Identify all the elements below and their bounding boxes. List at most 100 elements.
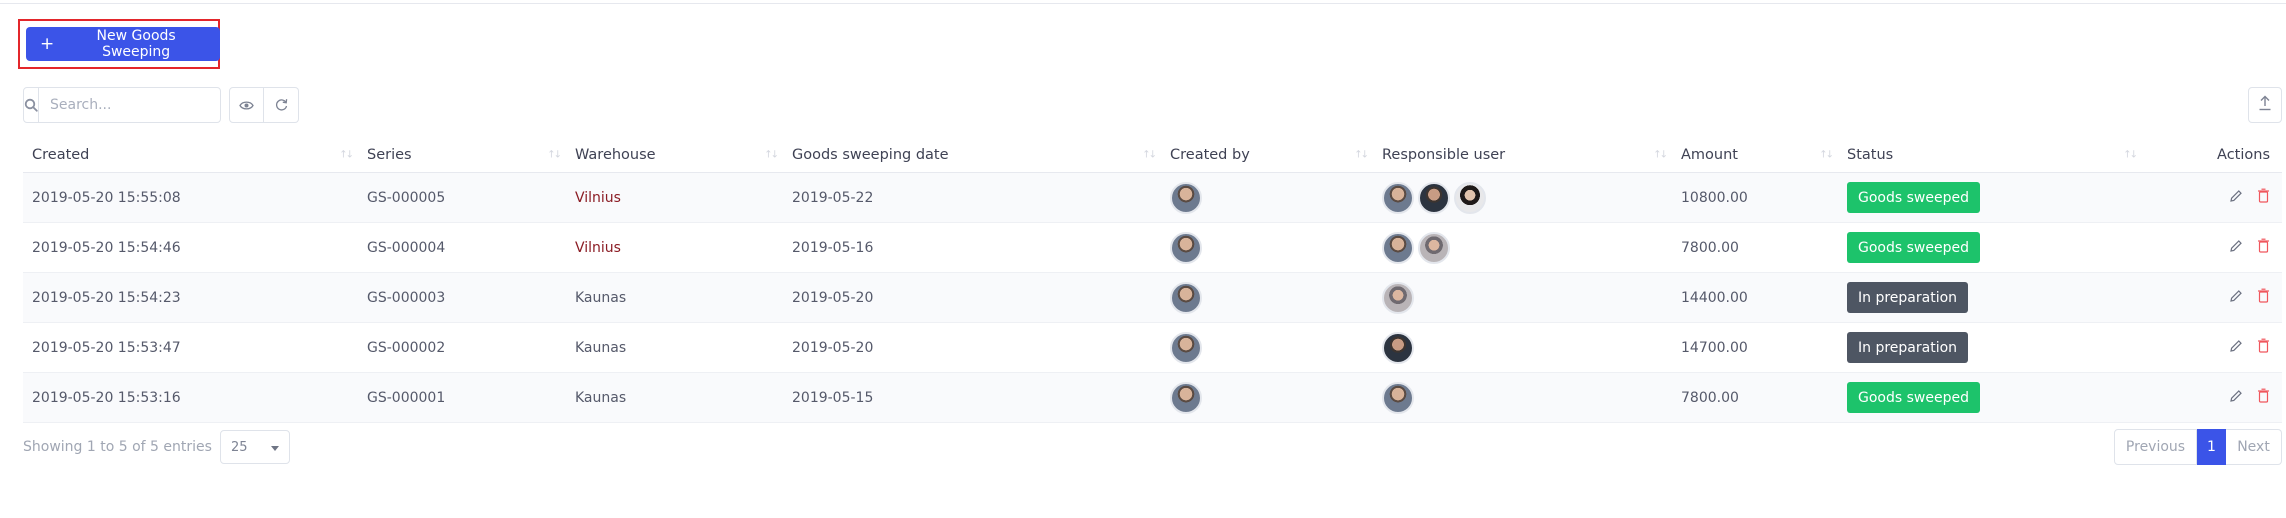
avatar <box>1382 181 1414 214</box>
pencil-icon[interactable] <box>2229 389 2243 407</box>
series-cell: GS-000002 <box>367 339 446 356</box>
new-goods-sweeping-button[interactable]: + New Goods Sweeping <box>26 27 220 61</box>
status-badge: In preparation <box>1847 332 1969 363</box>
column-header-responsible-user[interactable]: Responsible user ↑↓ <box>1373 138 1672 172</box>
column-header-date[interactable]: Goods sweeping date ↑↓ <box>783 138 1161 172</box>
status-badge: Goods sweeped <box>1847 232 1980 263</box>
sort-icon: ↑↓ <box>1354 149 1369 161</box>
column-header-created-by[interactable]: Created by ↑↓ <box>1161 138 1373 172</box>
avatar <box>1170 381 1202 414</box>
warehouse-cell: Kaunas <box>575 289 627 306</box>
date-cell: 2019-05-15 <box>792 389 874 406</box>
created-cell: 2019-05-20 15:55:08 <box>32 189 181 206</box>
search-icon[interactable] <box>24 88 39 122</box>
avatar <box>1382 381 1414 414</box>
status-badge: Goods sweeped <box>1847 382 1980 413</box>
date-cell: 2019-05-16 <box>792 239 874 256</box>
sort-icon: ↑↓ <box>2123 149 2138 161</box>
created-cell: 2019-05-20 15:53:16 <box>32 389 181 406</box>
eye-icon <box>239 96 254 115</box>
warehouse-cell: Kaunas <box>575 389 627 406</box>
pencil-icon[interactable] <box>2229 289 2243 307</box>
highlight-frame: + New Goods Sweeping <box>18 19 220 69</box>
date-cell: 2019-05-20 <box>792 289 874 306</box>
created-by-cell <box>1161 323 1373 372</box>
responsible-user-cell <box>1373 273 1672 322</box>
table-row[interactable]: 2019-05-20 15:53:47 GS-000002 Kaunas 201… <box>23 323 2282 373</box>
table-header: Created ↑↓ Series ↑↓ Warehouse ↑↓ Goods swe… <box>23 138 2282 173</box>
amount-cell: 7800.00 <box>1681 389 1739 406</box>
column-header-amount[interactable]: Amount ↑↓ <box>1672 138 1838 172</box>
responsible-user-cell <box>1373 223 1672 272</box>
previous-page-button[interactable]: Previous <box>2114 429 2197 465</box>
next-page-button[interactable]: Next <box>2226 429 2282 465</box>
status-badge: In preparation <box>1847 282 1969 313</box>
avatar <box>1170 231 1202 264</box>
refresh-button[interactable] <box>264 87 299 123</box>
sort-icon: ↑↓ <box>1142 149 1157 161</box>
series-cell: GS-000001 <box>367 389 446 406</box>
avatar <box>1382 281 1414 314</box>
avatar <box>1454 181 1486 214</box>
column-header-series[interactable]: Series ↑↓ <box>358 138 566 172</box>
series-cell: GS-000003 <box>367 289 446 306</box>
trash-icon[interactable] <box>2257 188 2270 207</box>
actions-cell <box>2142 273 2282 322</box>
amount-cell: 14400.00 <box>1681 289 1748 306</box>
actions-cell <box>2142 223 2282 272</box>
actions-cell <box>2142 323 2282 372</box>
sort-icon: ↑↓ <box>1653 149 1668 161</box>
trash-icon[interactable] <box>2257 238 2270 257</box>
page-1-button[interactable]: 1 <box>2197 429 2226 465</box>
created-cell: 2019-05-20 15:54:46 <box>32 239 181 256</box>
avatar <box>1382 231 1414 264</box>
series-cell: GS-000004 <box>367 239 446 256</box>
series-cell: GS-000005 <box>367 189 446 206</box>
plus-icon: + <box>40 33 55 54</box>
table-row[interactable]: 2019-05-20 15:54:46 GS-000004 Vilnius 20… <box>23 223 2282 273</box>
column-header-created[interactable]: Created ↑↓ <box>23 138 358 172</box>
table-row[interactable]: 2019-05-20 15:53:16 GS-000001 Kaunas 201… <box>23 373 2282 423</box>
actions-cell <box>2142 173 2282 222</box>
table-row[interactable]: 2019-05-20 15:54:23 GS-000003 Kaunas 201… <box>23 273 2282 323</box>
amount-cell: 10800.00 <box>1681 189 1748 206</box>
avatar <box>1418 181 1450 214</box>
table-footer: Showing 1 to 5 of 5 entries 25 <box>23 429 290 465</box>
pencil-icon[interactable] <box>2229 339 2243 357</box>
amount-cell: 14700.00 <box>1681 339 1748 356</box>
responsible-user-cell <box>1373 373 1672 422</box>
pencil-icon[interactable] <box>2229 189 2243 207</box>
created-by-cell <box>1161 223 1373 272</box>
column-header-status[interactable]: Status ↑↓ <box>1838 138 2142 172</box>
toggle-columns-button[interactable] <box>229 87 264 123</box>
sort-icon: ↑↓ <box>339 149 354 161</box>
sort-icon: ↑↓ <box>764 149 779 161</box>
amount-cell: 7800.00 <box>1681 239 1739 256</box>
trash-icon[interactable] <box>2257 388 2270 407</box>
avatar <box>1170 331 1202 364</box>
export-button[interactable] <box>2248 87 2282 123</box>
warehouse-cell: Vilnius <box>575 239 621 256</box>
column-header-warehouse[interactable]: Warehouse ↑↓ <box>566 138 783 172</box>
responsible-user-cell <box>1373 173 1672 222</box>
warehouse-cell: Kaunas <box>575 339 627 356</box>
table-row[interactable]: 2019-05-20 15:55:08 GS-000005 Vilnius 20… <box>23 173 2282 223</box>
status-cell: Goods sweeped <box>1838 223 2142 272</box>
created-cell: 2019-05-20 15:54:23 <box>32 289 181 306</box>
search-box <box>23 87 226 123</box>
new-goods-sweeping-label: New Goods Sweeping <box>96 28 176 60</box>
responsible-user-cell <box>1373 323 1672 372</box>
refresh-icon <box>275 96 288 115</box>
pencil-icon[interactable] <box>2229 239 2243 257</box>
trash-icon[interactable] <box>2257 288 2270 307</box>
entries-info: Showing 1 to 5 of 5 entries <box>23 439 212 455</box>
actions-cell <box>2142 373 2282 422</box>
search-input[interactable] <box>39 88 226 122</box>
top-divider <box>0 3 2286 4</box>
page-size-select[interactable]: 25 <box>219 430 290 464</box>
trash-icon[interactable] <box>2257 338 2270 357</box>
caret-down-icon <box>270 440 279 455</box>
status-cell: In preparation <box>1838 273 2142 322</box>
warehouse-cell: Vilnius <box>575 189 621 206</box>
column-header-actions: Actions <box>2217 147 2270 163</box>
